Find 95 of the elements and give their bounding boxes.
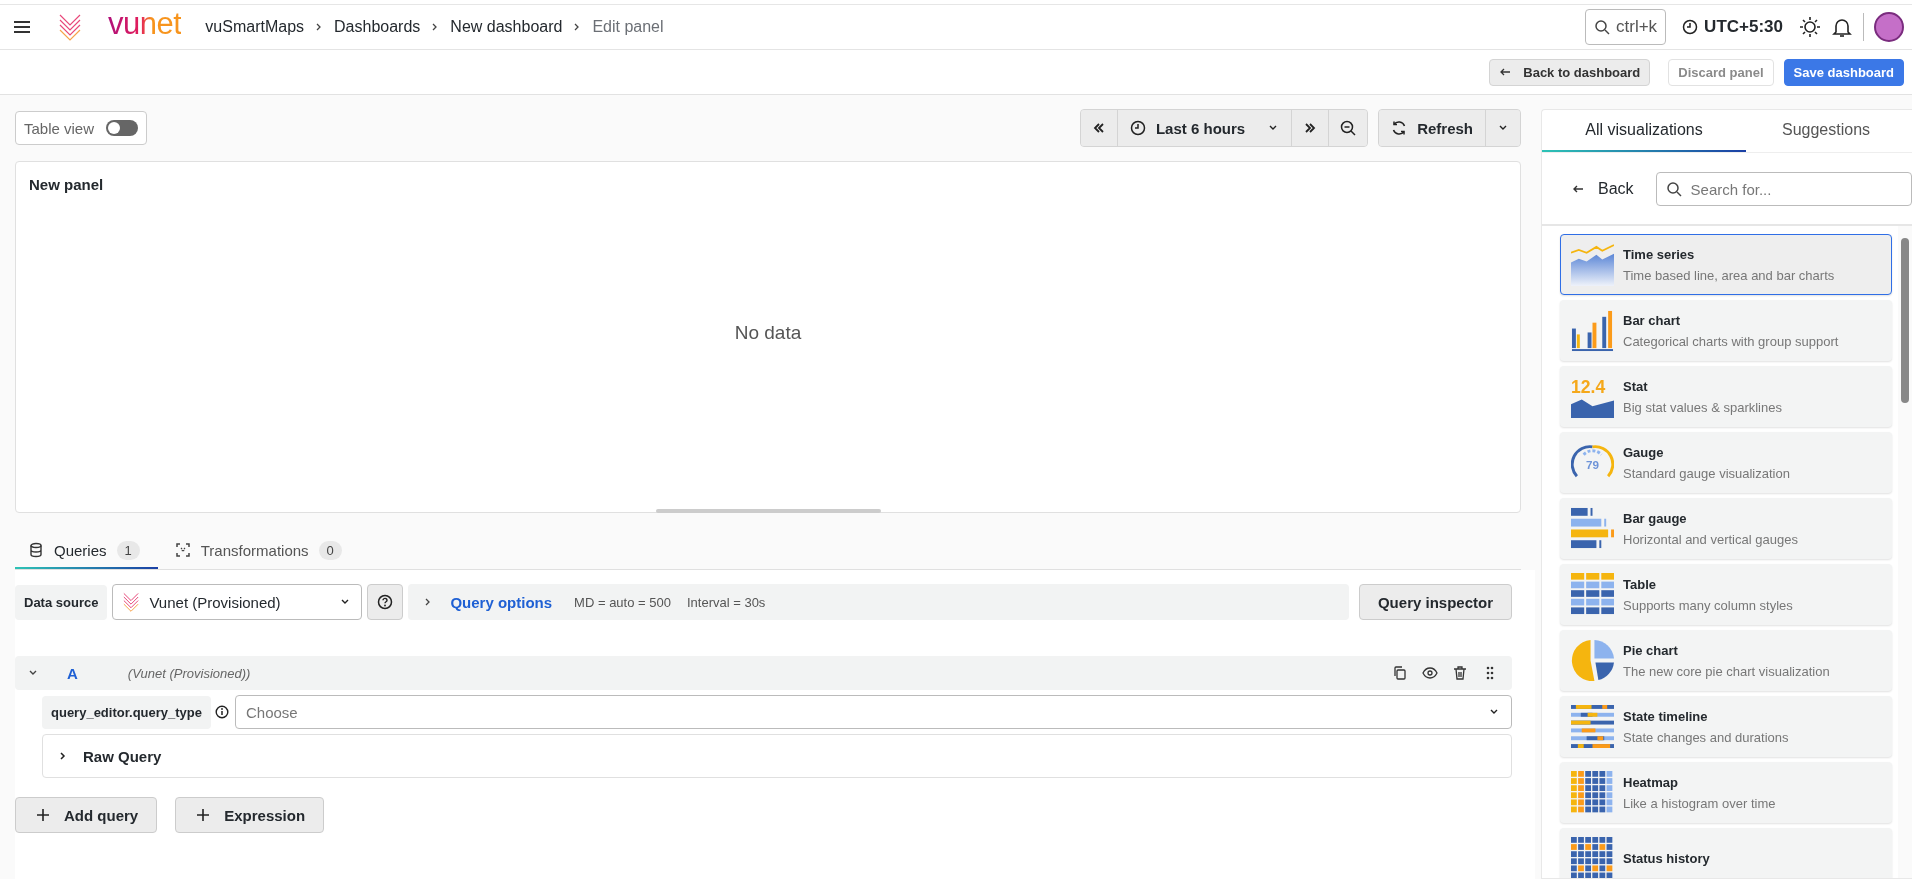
plus-icon xyxy=(196,808,211,822)
copy-icon[interactable] xyxy=(1392,665,1408,681)
clock-icon xyxy=(1682,19,1699,35)
query-tab[interactable]: Transformations 0 xyxy=(161,533,360,569)
visualization-card[interactable]: Pie chart The new core pie chart visualization xyxy=(1560,630,1892,691)
back-button[interactable]: Back xyxy=(1572,180,1634,198)
logo-icon xyxy=(58,13,82,41)
visualization-tab[interactable]: All visualizations xyxy=(1542,110,1746,152)
visualization-title: Bar gauge xyxy=(1623,510,1688,526)
help-icon xyxy=(377,594,394,610)
double-chevron-left-icon xyxy=(1091,121,1106,135)
bell-icon[interactable] xyxy=(1831,16,1853,38)
visualization-card[interactable]: Bar chart Categorical charts with group support xyxy=(1560,300,1892,361)
logo-icon xyxy=(121,592,142,612)
expression-button[interactable]: Expression xyxy=(175,797,325,833)
visualization-description: The new core pie chart visualization xyxy=(1623,663,1830,679)
search-button[interactable]: ctrl+k xyxy=(1585,9,1667,45)
area-chart-icon xyxy=(1571,243,1614,286)
arrow-left-icon xyxy=(1572,183,1584,195)
visualization-title: Heatmap xyxy=(1623,774,1679,790)
transform-icon xyxy=(174,542,191,558)
query-ref-label: A xyxy=(67,664,78,682)
state-timeline-icon xyxy=(1571,705,1614,748)
search-field[interactable]: Search for... xyxy=(1655,172,1912,206)
visualization-description: Horizontal and vertical gauges xyxy=(1623,531,1798,547)
raw-query-toggle[interactable]: Raw Query xyxy=(42,734,1512,778)
query-options-link[interactable]: Query options xyxy=(450,593,553,611)
resize-handle[interactable] xyxy=(655,509,881,513)
panel-title: New panel xyxy=(28,175,105,193)
visualization-title: State timeline xyxy=(1623,708,1709,724)
visualization-description: Supports many column styles xyxy=(1623,597,1793,613)
scrollbar[interactable] xyxy=(1898,226,1912,878)
visualization-title: Gauge xyxy=(1623,444,1665,460)
no-data-message: No data xyxy=(734,321,802,344)
query-inspector-button[interactable]: Query inspector xyxy=(1358,584,1512,620)
heatmap-icon xyxy=(1571,771,1614,814)
visualization-card[interactable]: 12.4 Stat Big stat values & sparklines xyxy=(1560,366,1892,427)
visualization-tab[interactable]: Suggestions xyxy=(1746,110,1906,152)
breadcrumb-link[interactable]: vuSmartMaps xyxy=(205,18,305,36)
search-icon xyxy=(1594,19,1610,35)
visualization-card[interactable]: Bar gauge Horizontal and vertical gauges xyxy=(1560,498,1892,559)
avatar[interactable] xyxy=(1874,12,1904,42)
visualization-title: Status history xyxy=(1623,851,1710,866)
save-button[interactable]: Save dashboard xyxy=(1783,58,1904,86)
sun-icon[interactable] xyxy=(1799,16,1821,38)
double-chevron-right-icon xyxy=(1303,121,1318,135)
visualization-title: Stat xyxy=(1623,378,1649,394)
visualization-description: State changes and durations xyxy=(1623,729,1789,745)
bar-chart-icon xyxy=(1571,309,1614,352)
visualization-card[interactable]: Time series Time based line, area and bar charts xyxy=(1560,234,1892,295)
eye-icon[interactable] xyxy=(1422,665,1438,681)
query-type-label: query_editor.query_type xyxy=(42,695,211,729)
query-source-label: (Vunet (Provisioned)) xyxy=(127,665,251,681)
status-grid-icon xyxy=(1571,837,1614,878)
visualization-description: Time based line, area and bar charts xyxy=(1623,267,1835,283)
trash-icon[interactable] xyxy=(1452,665,1468,681)
max-data-points-text: MD = auto = 500 xyxy=(574,594,671,610)
timezone-button[interactable]: UTC+5:30 xyxy=(1676,16,1789,38)
data-source-label: Data source xyxy=(15,584,108,620)
visualization-title: Bar chart xyxy=(1623,312,1682,328)
visualization-title: Pie chart xyxy=(1623,642,1679,658)
visualization-title: Table xyxy=(1623,576,1657,592)
table-view-toggle[interactable]: Table view xyxy=(15,111,148,145)
visualization-card[interactable]: 79 Gauge Standard gauge visualization xyxy=(1560,432,1892,493)
info-icon xyxy=(215,705,229,719)
database-icon xyxy=(28,542,44,558)
back-button[interactable]: Back to dashboard xyxy=(1489,58,1651,86)
bar-gauge-icon xyxy=(1571,507,1614,550)
arrow-left-icon xyxy=(1499,66,1512,78)
visualization-title: Time series xyxy=(1623,246,1696,262)
visualization-card[interactable]: Heatmap Like a histogram over time xyxy=(1560,762,1892,823)
clock-icon xyxy=(1129,120,1146,136)
refresh-icon xyxy=(1391,120,1408,136)
visualization-card[interactable]: Table Supports many column styles xyxy=(1560,564,1892,625)
search-icon xyxy=(1665,181,1682,197)
visualization-description: Categorical charts with group support xyxy=(1623,333,1839,349)
data-source-select[interactable]: Vunet (Provisioned) xyxy=(112,584,363,620)
interval-text: Interval = 30s xyxy=(686,594,766,610)
visualization-description: Standard gauge visualization xyxy=(1623,465,1790,481)
breadcrumb-link[interactable]: New dashboard xyxy=(450,18,563,36)
breadcrumb-link[interactable]: Dashboards xyxy=(334,18,421,36)
breadcrumb-link[interactable]: Edit panel xyxy=(592,18,664,36)
query-type-select[interactable]: Choose xyxy=(235,695,1512,729)
visualization-card[interactable]: State timeline State changes and durations xyxy=(1560,696,1892,757)
visualization-description: Like a histogram over time xyxy=(1623,795,1776,811)
help-button[interactable] xyxy=(367,584,404,620)
zoom-out-icon xyxy=(1340,120,1357,136)
table-icon xyxy=(1571,573,1614,616)
zoom-out-button[interactable] xyxy=(1328,110,1368,146)
visualization-card[interactable]: Status history xyxy=(1560,828,1892,878)
plus-icon xyxy=(36,808,50,822)
visualization-description: Big stat values & sparklines xyxy=(1623,399,1782,415)
discard-button[interactable]: Discard panel xyxy=(1668,58,1774,86)
add-query-button[interactable]: Add query xyxy=(15,797,158,833)
pie-chart-icon xyxy=(1571,639,1614,682)
